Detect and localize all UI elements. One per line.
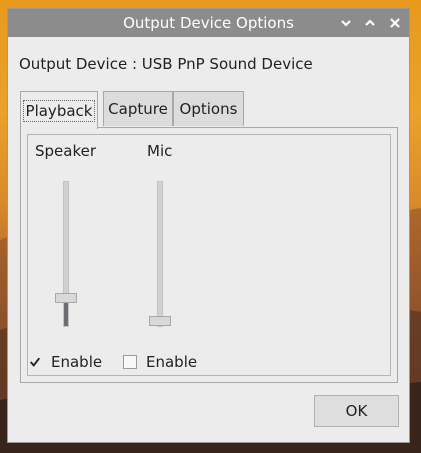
speaker-enable-checkbox[interactable]: Enable xyxy=(28,353,102,371)
mic-enable-box[interactable] xyxy=(123,355,137,369)
tab-capture-label: Capture xyxy=(108,100,168,118)
maximize-button[interactable] xyxy=(360,13,380,33)
chevron-up-icon xyxy=(365,19,375,26)
speaker-label: Speaker xyxy=(35,142,97,160)
chevron-down-icon xyxy=(341,20,351,27)
tab-playback[interactable]: Playback xyxy=(20,91,98,129)
output-device-label: Output Device : USB PnP Sound Device xyxy=(19,55,313,73)
mic-enable-label: Enable xyxy=(146,353,198,371)
close-icon xyxy=(390,18,400,28)
tab-playback-label: Playback xyxy=(22,99,96,122)
ok-button[interactable]: OK xyxy=(314,395,399,427)
mic-label: Mic xyxy=(147,142,173,160)
playback-panel-inner: Speaker Mic Enable Enable xyxy=(27,134,391,376)
speaker-enable-box[interactable] xyxy=(28,355,42,369)
speaker-enable-label: Enable xyxy=(51,353,103,371)
checkmark-icon xyxy=(30,357,41,367)
close-button[interactable] xyxy=(385,13,405,33)
speaker-volume-fill xyxy=(64,299,68,326)
tab-options[interactable]: Options xyxy=(173,91,244,126)
speaker-volume-slider[interactable] xyxy=(55,293,77,304)
playback-panel: Speaker Mic Enable Enable xyxy=(20,127,398,383)
minimize-button[interactable] xyxy=(336,13,356,33)
tab-options-label: Options xyxy=(179,100,238,118)
mic-enable-checkbox[interactable]: Enable xyxy=(123,353,197,371)
output-device-options-window: Output Device Options Output Device : US… xyxy=(7,8,410,443)
speaker-volume-track[interactable] xyxy=(63,181,69,327)
title-bar[interactable]: Output Device Options xyxy=(8,9,409,37)
mic-volume-slider[interactable] xyxy=(149,316,171,326)
mic-volume-track[interactable] xyxy=(157,181,163,327)
tab-capture[interactable]: Capture xyxy=(103,91,173,126)
